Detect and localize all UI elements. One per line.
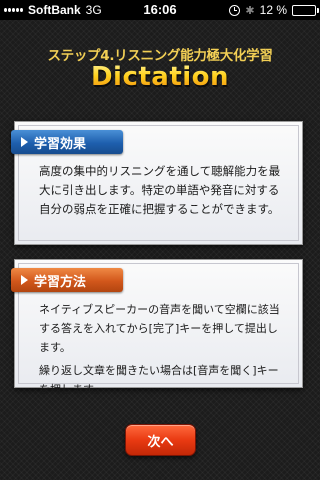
learning-effect-label-text: 学習効果	[34, 136, 87, 152]
learning-method-text: ネイティブスピーカーの音声を聞いて空欄に該当する答えを入れてから[完了]キーを押…	[39, 300, 288, 399]
battery-percent: 12 %	[259, 3, 287, 17]
status-bar: SoftBank 3G 16:06 ✱ 12 %	[0, 0, 320, 20]
learning-effect-paragraph: 高度の集中的リスニングを通して聴解能力を最大に引き出します。特定の単語や発音に対…	[39, 164, 281, 216]
learning-effect-text: 高度の集中的リスニングを通して聴解能力を最大に引き出します。特定の単語や発音に対…	[39, 162, 288, 219]
alarm-clock-icon	[229, 4, 241, 16]
learning-effect-label: 学習効果	[11, 130, 123, 154]
learning-effect-card: 学習効果 高度の集中的リスニングを通して聴解能力を最大に引き出します。特定の単語…	[11, 121, 303, 245]
arrow-right-icon	[21, 137, 28, 147]
step-subtitle: ステップ4.リスニング能力極大化学習	[47, 48, 273, 64]
page-title: Dictation	[0, 62, 320, 92]
learning-method-label: 学習方法	[11, 268, 123, 292]
next-button[interactable]: 次へ	[125, 424, 196, 456]
learning-method-paragraph-1: ネイティブスピーカーの音声を聞いて空欄に該当する答えを入れてから[完了]キーを押…	[39, 303, 280, 354]
battery-icon	[292, 4, 319, 16]
learning-method-card: 学習方法 ネイティブスピーカーの音声を聞いて空欄に該当する答えを入れてから[完了…	[11, 259, 303, 396]
learning-method-paragraph-2: 繰り返し文章を聞きたい場合は[音声を聞く]キーを押します。	[39, 364, 279, 396]
learning-method-label-text: 学習方法	[34, 274, 87, 290]
bluetooth-icon: ✱	[245, 4, 255, 17]
arrow-right-icon	[21, 275, 28, 285]
